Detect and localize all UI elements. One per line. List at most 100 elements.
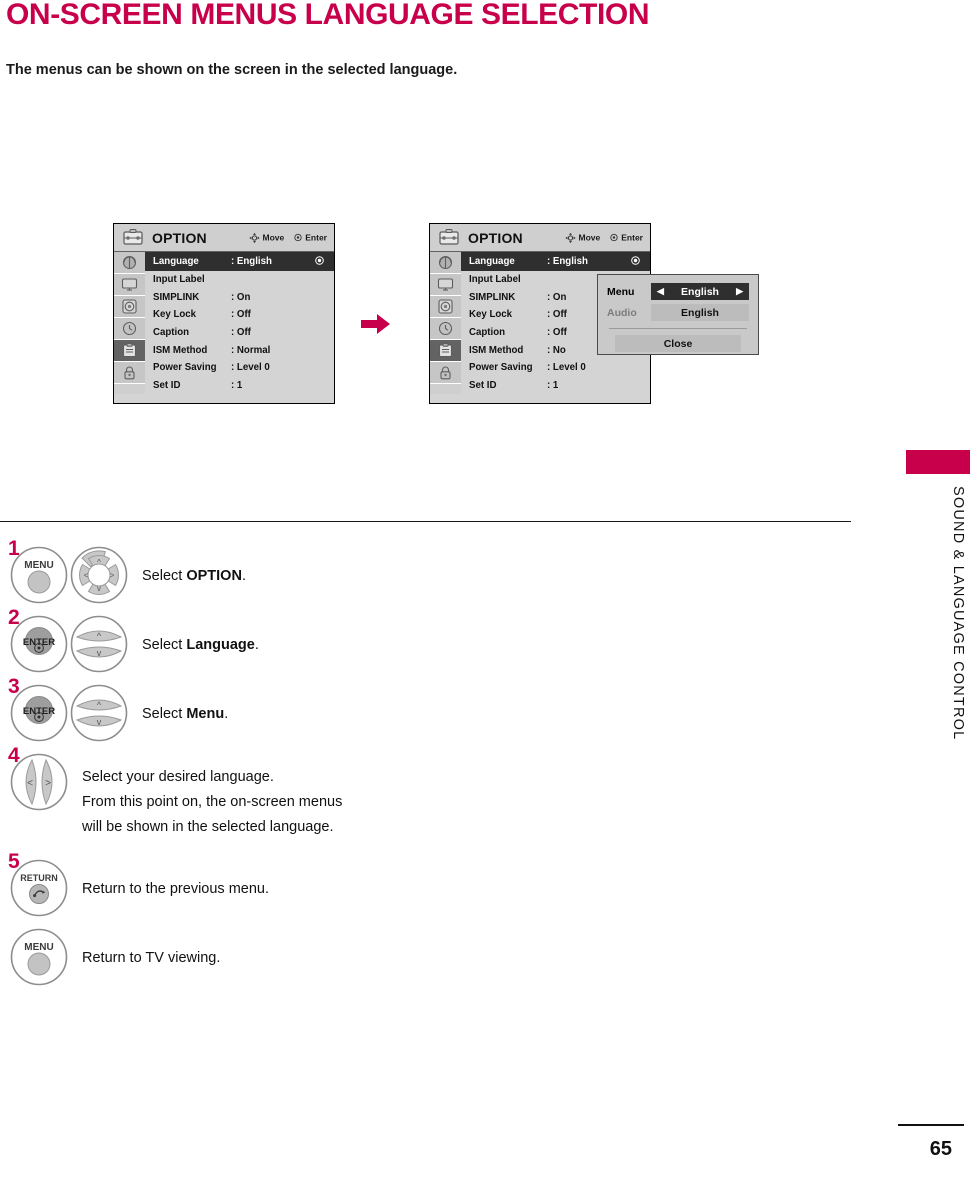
hint-move-2: Move — [564, 232, 600, 243]
time-icon — [438, 321, 453, 336]
svg-text:RETURN: RETURN — [20, 873, 58, 883]
popup-menu-label: Menu — [607, 285, 635, 298]
remote-button-menu[interactable]: MENU — [10, 546, 68, 609]
menu-button-icon: MENU — [10, 928, 68, 986]
remote-button-return[interactable]: RETURN — [10, 859, 68, 922]
rail-item-lock[interactable] — [430, 362, 461, 384]
svg-text:>: > — [45, 778, 51, 789]
osd-row-label: Caption — [469, 327, 506, 339]
svg-text:MENU: MENU — [24, 560, 53, 571]
svg-text:<: < — [27, 778, 33, 789]
language-popup: Menu ◀ English ▶ Audio English Close — [597, 274, 759, 355]
osd-row-list: Language: English Input Label SIMPLINK: O… — [145, 252, 334, 395]
rail-item-lock[interactable] — [114, 362, 145, 384]
remote-button-enter[interactable]: ENTER — [10, 615, 68, 678]
step-text-target: OPTION — [186, 568, 242, 584]
rail-item-screen[interactable] — [114, 274, 145, 296]
section-tab-label: SOUND & LANGUAGE CONTROL — [950, 486, 966, 741]
page-subtitle: The menus can be shown on the screen in … — [6, 62, 458, 78]
popup-close-button[interactable]: Close — [615, 335, 741, 352]
svg-text:ENTER: ENTER — [23, 637, 55, 648]
svg-text:v: v — [97, 584, 101, 593]
rail-item-option[interactable] — [114, 340, 145, 362]
rail-item-option[interactable] — [430, 340, 461, 362]
section-tab-bar — [906, 450, 970, 474]
rail-item-time[interactable] — [430, 318, 461, 340]
hint-move-label: Move — [262, 232, 285, 243]
osd-row-language[interactable]: Language: English — [145, 252, 334, 271]
step-2: 2 ENTER ^ v Select Language. — [0, 607, 860, 679]
osd-row-set-id[interactable]: Set ID: 1 — [461, 377, 650, 395]
remote-button-menu[interactable]: MENU — [10, 928, 68, 991]
enter-dot-icon — [610, 233, 618, 242]
osd-row-label: SIMPLINK — [469, 291, 516, 303]
enter-dot-icon — [631, 255, 640, 268]
step-text-suffix: . — [254, 637, 259, 653]
osd-row-value: : Level 0 — [547, 362, 586, 374]
nav-leftright-icon: < > — [10, 753, 68, 811]
rail-item-time[interactable] — [114, 318, 145, 340]
osd-row-label: Input Label — [153, 274, 205, 286]
rail-item-audio[interactable] — [114, 296, 145, 318]
osd-row-power-saving[interactable]: Power Saving: Level 0 — [461, 359, 650, 377]
enter-dot-icon — [294, 233, 302, 242]
nav-updown-icon: ^ v — [70, 615, 128, 673]
popup-row-audio: Audio English — [607, 304, 749, 321]
osd-row-set-id[interactable]: Set ID: 1 — [145, 377, 334, 395]
osd-row-input-label[interactable]: Input Label — [145, 271, 334, 289]
popup-menu-value: English — [681, 285, 719, 298]
osd-row-label: Key Lock — [469, 309, 513, 321]
remote-button-nav-updown[interactable]: ^ v — [70, 615, 128, 678]
step-description: Select your desired language. From this p… — [82, 765, 342, 840]
return-button-icon: RETURN — [10, 859, 68, 917]
step-extra: MENU Return to TV viewing. — [0, 922, 860, 992]
step-1: 1 MENU ^ v < > Select OPTION. — [0, 538, 860, 610]
rail-item-audio[interactable] — [430, 296, 461, 318]
svg-text:ENTER: ENTER — [23, 706, 55, 717]
popup-audio-value-selector[interactable]: English — [651, 304, 749, 321]
option-header-icon-2 — [436, 228, 462, 248]
step-description: Select OPTION. — [142, 566, 246, 586]
osd-row-value: : On — [231, 291, 251, 303]
osd-row-label: ISM Method — [469, 344, 524, 356]
step-text-suffix: . — [241, 568, 246, 584]
osd-category-rail[interactable] — [114, 252, 145, 395]
menu-button-icon: MENU — [10, 546, 68, 604]
osd-row-caption[interactable]: Caption: Off — [145, 324, 334, 342]
option-icon — [122, 343, 137, 358]
osd-row-label: Language — [469, 256, 515, 267]
osd-row-power-saving[interactable]: Power Saving: Level 0 — [145, 359, 334, 377]
osd-category-rail-2[interactable] — [430, 252, 461, 395]
remote-button-nav-updown[interactable]: ^ v — [70, 684, 128, 747]
remote-button-enter[interactable]: ENTER — [10, 684, 68, 747]
step-text-target: Menu — [186, 706, 225, 722]
osd-row-value: : Off — [231, 309, 251, 321]
screen-icon — [437, 278, 454, 291]
page-number: 65 — [929, 1138, 952, 1160]
osd-row-simplink[interactable]: SIMPLINK: On — [145, 289, 334, 307]
remote-button-nav-leftright[interactable]: < > — [10, 753, 68, 816]
footer-rule — [898, 1124, 964, 1126]
rail-item-picture[interactable] — [114, 252, 145, 274]
step-description: Select Language. — [142, 635, 259, 655]
content-divider — [0, 521, 851, 522]
osd-row-language[interactable]: Language: English — [461, 252, 650, 271]
rail-item-screen[interactable] — [430, 274, 461, 296]
svg-text:MENU: MENU — [24, 942, 53, 953]
osd-hints-2: Move Enter — [564, 232, 643, 243]
rail-item-picture[interactable] — [430, 252, 461, 274]
popup-menu-value-selector[interactable]: ◀ English ▶ — [651, 283, 749, 300]
left-arrow-icon[interactable]: ◀ — [657, 287, 664, 296]
step-description: Return to the previous menu. — [82, 881, 269, 897]
osd-row-ism-method[interactable]: ISM Method: Normal — [145, 341, 334, 359]
step-text-line-2: From this point on, the on-screen menus — [82, 794, 343, 810]
step-text-suffix: . — [224, 706, 229, 722]
osd-row-key-lock[interactable]: Key Lock: Off — [145, 306, 334, 324]
hint-enter-2: Enter — [610, 233, 643, 243]
step-5: 5 RETURN Return to the previous menu. — [0, 851, 860, 923]
remote-button-nav-wheel-4way[interactable]: ^ v < > — [70, 546, 128, 609]
osd-header: OPTION Move Enter — [114, 224, 334, 252]
hint-enter: Enter — [294, 233, 327, 243]
right-arrow-icon[interactable]: ▶ — [736, 287, 743, 296]
step-3: 3 ENTER ^ v Select Menu. — [0, 676, 860, 748]
